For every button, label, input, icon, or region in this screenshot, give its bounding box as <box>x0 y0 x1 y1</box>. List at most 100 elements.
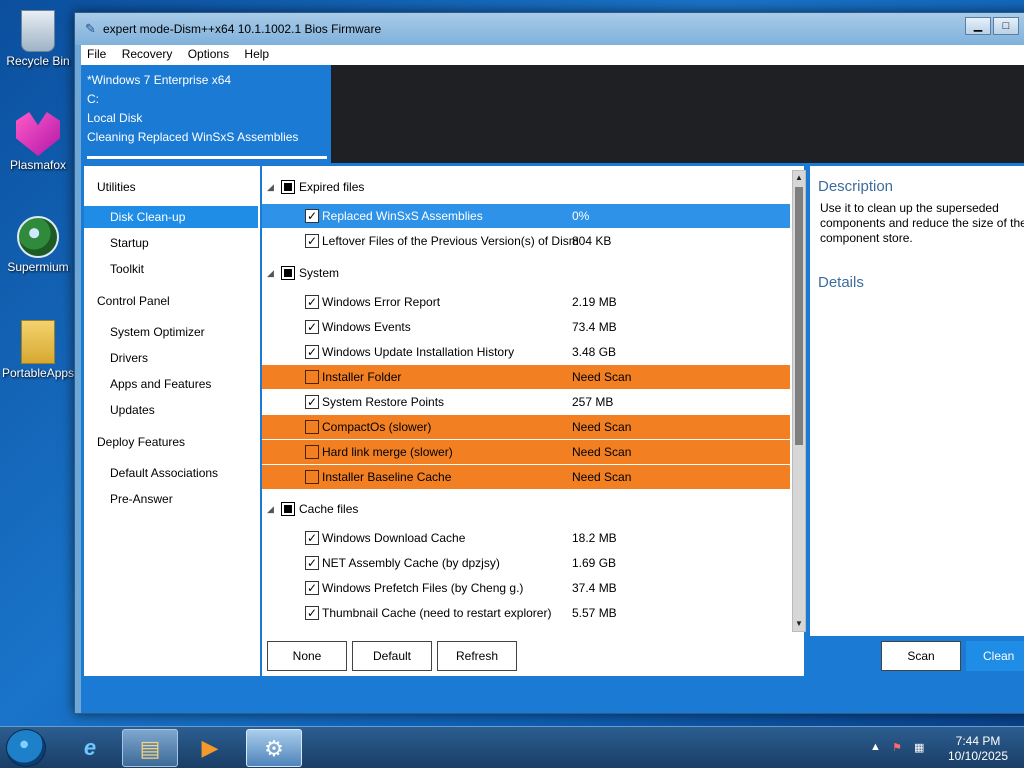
item-checkbox[interactable]: ✓ <box>305 345 319 359</box>
item-checkbox[interactable]: ✓ <box>305 581 319 595</box>
item-label: Installer Baseline Cache <box>322 470 452 484</box>
media-player-icon: ▶ <box>201 735 219 760</box>
item-checkbox[interactable]: ✓ <box>305 234 319 248</box>
collapse-triangle-icon[interactable]: ◢ <box>267 177 274 197</box>
session-panel[interactable]: *Windows 7 Enterprise x64 C: Local Disk … <box>81 65 331 163</box>
group-cache-files[interactable]: ◢ Cache files <box>262 499 790 519</box>
item-label: Leftover Files of the Previous Version(s… <box>322 234 579 248</box>
item-label: NET Assembly Cache (by dpzjsy) <box>322 556 500 570</box>
taskbar-clock[interactable]: 7:44 PM 10/10/2025 <box>936 734 1020 764</box>
menu-options[interactable]: Options <box>182 45 235 63</box>
list-item[interactable]: ✓ NET Assembly Cache (by dpzjsy) 1.69 GB <box>262 551 790 575</box>
nav-category-deploy-features: Deploy Features <box>97 435 186 449</box>
desktop-portableapps[interactable]: PortableApps <box>2 320 74 380</box>
clean-up-button[interactable]: Clean Up <box>966 641 1024 671</box>
sidebar-item-toolkit[interactable]: Toolkit <box>84 258 258 280</box>
session-os: *Windows 7 Enterprise x64 <box>87 73 232 87</box>
item-size: 5.57 MB <box>572 606 617 620</box>
taskbar-dism-button[interactable]: ⚙ <box>246 729 302 767</box>
sidebar-item-startup[interactable]: Startup <box>84 232 258 254</box>
list-scrollbar[interactable]: ▲ ▼ <box>792 170 806 632</box>
scroll-thumb[interactable] <box>795 187 803 445</box>
show-hidden-icons-icon[interactable]: ▲ <box>870 741 881 753</box>
start-button[interactable] <box>6 729 46 767</box>
internet-explorer-icon: e <box>83 735 97 760</box>
sidebar-item-drivers[interactable]: Drivers <box>84 347 258 369</box>
collapse-triangle-icon[interactable]: ◢ <box>267 263 274 283</box>
list-item[interactable]: ✓ Windows Download Cache 18.2 MB <box>262 526 790 550</box>
sidebar-item-pre-answer[interactable]: Pre-Answer <box>84 488 258 510</box>
sidebar-item-apps-features[interactable]: Apps and Features <box>84 373 258 395</box>
group-checkbox[interactable] <box>281 502 295 516</box>
menu-file[interactable]: File <box>81 45 112 63</box>
item-checkbox[interactable]: ✓ <box>305 395 319 409</box>
menu-recovery[interactable]: Recovery <box>116 45 179 63</box>
list-item[interactable]: ✓ Windows Error Report 2.19 MB <box>262 290 790 314</box>
sidebar-item-disk-cleanup[interactable]: Disk Clean-up <box>84 206 258 228</box>
none-button[interactable]: None <box>267 641 347 671</box>
maximize-button[interactable]: □ <box>993 17 1019 35</box>
list-item[interactable]: ✓ Windows Events 73.4 MB <box>262 315 790 339</box>
refresh-button[interactable]: Refresh <box>437 641 517 671</box>
group-system[interactable]: ◢ System <box>262 263 790 283</box>
list-item[interactable]: ✓ Leftover Files of the Previous Version… <box>262 229 790 253</box>
title-bar[interactable]: ✎ expert mode-Dism++x64 10.1.1002.1 Bios… <box>75 13 1024 45</box>
item-checkbox[interactable]: ✓ <box>305 320 319 334</box>
taskbar-media-player-button[interactable]: ▶ <box>182 729 238 767</box>
folder-icon: ▤ <box>139 736 161 761</box>
item-checkbox[interactable] <box>305 470 319 484</box>
desktop-icon-label: Plasmafox <box>9 158 67 172</box>
scroll-down-icon[interactable]: ▼ <box>793 618 805 630</box>
item-checkbox[interactable]: ✓ <box>305 606 319 620</box>
session-disk: Local Disk <box>87 111 143 125</box>
description-title: Description <box>818 178 894 195</box>
default-button[interactable]: Default <box>352 641 432 671</box>
item-size: Need Scan <box>572 420 632 434</box>
scan-button[interactable]: Scan <box>881 641 961 671</box>
item-size: 3.48 GB <box>572 345 617 359</box>
sidebar-item-updates[interactable]: Updates <box>84 399 258 421</box>
list-item[interactable]: ✓ Replaced WinSxS Assemblies 0% <box>262 204 790 228</box>
item-size: 0% <box>572 209 590 223</box>
item-size: 37.4 MB <box>572 581 617 595</box>
log-area <box>331 65 1024 163</box>
item-checkbox[interactable]: ✓ <box>305 556 319 570</box>
taskbar-explorer-button[interactable]: ▤ <box>122 729 178 767</box>
sidebar-item-default-associations[interactable]: Default Associations <box>84 462 258 484</box>
desktop-recycle-bin[interactable]: Recycle Bin <box>2 6 74 68</box>
window-title: expert mode-Dism++x64 10.1.1002.1 Bios F… <box>103 22 382 36</box>
item-label: Installer Folder <box>322 370 402 384</box>
item-checkbox[interactable] <box>305 445 319 459</box>
list-item[interactable]: ✓ Windows Update Installation History 3.… <box>262 340 790 364</box>
item-checkbox[interactable]: ✓ <box>305 295 319 309</box>
item-size: 18.2 MB <box>572 531 617 545</box>
item-size: 1.69 GB <box>572 556 617 570</box>
collapse-triangle-icon[interactable]: ◢ <box>267 499 274 519</box>
desktop-icon-label: PortableApps <box>2 366 75 380</box>
list-item[interactable]: Hard link merge (slower) Need Scan <box>262 440 790 464</box>
action-center-icon[interactable]: ⚑ <box>892 741 902 754</box>
list-item[interactable]: ✓ Windows Prefetch Files (by Cheng g.) 3… <box>262 576 790 600</box>
list-item[interactable]: ✓ System Restore Points 257 MB <box>262 390 790 414</box>
desktop-icon-label: Supermium <box>7 260 69 274</box>
group-expired-files[interactable]: ◢ Expired files <box>262 177 790 197</box>
network-icon[interactable]: ▦ <box>914 741 924 754</box>
list-item[interactable]: ✓ Thumbnail Cache (need to restart explo… <box>262 601 790 625</box>
scroll-up-icon[interactable]: ▲ <box>793 172 805 184</box>
item-checkbox[interactable]: ✓ <box>305 531 319 545</box>
item-checkbox[interactable] <box>305 420 319 434</box>
desktop-supermium[interactable]: Supermium <box>2 216 74 274</box>
taskbar-ie-button[interactable]: e <box>62 729 118 767</box>
app-icon: ✎ <box>85 21 96 36</box>
sidebar-item-system-optimizer[interactable]: System Optimizer <box>84 321 258 343</box>
desktop-plasmafox[interactable]: Plasmafox <box>2 112 74 172</box>
list-item[interactable]: Installer Baseline Cache Need Scan <box>262 465 790 489</box>
item-checkbox[interactable] <box>305 370 319 384</box>
minimize-button[interactable]: ▁ <box>965 17 991 35</box>
menu-help[interactable]: Help <box>238 45 275 63</box>
group-checkbox[interactable] <box>281 266 295 280</box>
list-item[interactable]: Installer Folder Need Scan <box>262 365 790 389</box>
group-checkbox[interactable] <box>281 180 295 194</box>
item-checkbox[interactable]: ✓ <box>305 209 319 223</box>
list-item[interactable]: CompactOs (slower) Need Scan <box>262 415 790 439</box>
